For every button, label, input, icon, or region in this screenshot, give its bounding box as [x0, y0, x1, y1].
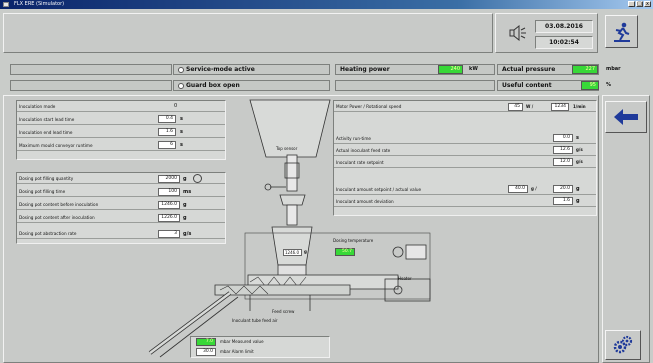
motor-power-unit: W /: [526, 104, 534, 109]
actual-pressure-label: Actual pressure: [502, 66, 556, 73]
alarm-limit-value: 30.0: [196, 348, 216, 356]
maximize-button[interactable]: □: [636, 1, 643, 7]
feed-screw-label: Feed screw: [272, 309, 295, 314]
measured-value: 7.0: [196, 338, 216, 346]
heating-power-unit: kW: [469, 66, 478, 72]
close-button[interactable]: x: [644, 1, 651, 7]
measured-label: mbar Measured value: [220, 339, 264, 344]
guard-box-radio: [178, 82, 184, 89]
alarm-limit-label: mbar Alarm limit: [220, 349, 254, 354]
deviation-unit: g: [576, 198, 580, 204]
window-titlebar: FLX ERE (Simulator) _ □ x: [0, 0, 653, 9]
gears-icon: [613, 335, 633, 354]
feed-rate-unit: g/s: [576, 147, 583, 152]
speaker-icon[interactable]: [508, 24, 528, 43]
status-empty-1: [10, 64, 172, 75]
running-man-icon: [613, 22, 630, 42]
dosing-temperature-label: Dosing temperature: [333, 238, 374, 243]
useful-content-unit: %: [606, 82, 612, 88]
rate-setpoint-input[interactable]: 12.0: [553, 158, 573, 166]
status-empty-3: [335, 80, 495, 91]
rotational-speed-unit: 1/min: [573, 104, 586, 109]
status-empty-2: [10, 80, 172, 91]
amount-actual-value: 20.0: [553, 185, 573, 193]
actual-pressure-value: 227: [572, 65, 598, 74]
motor-power-value: 45: [508, 103, 523, 111]
guard-box-indicator: Guard box open: [173, 80, 330, 91]
feed-rate-value: 12.6: [553, 146, 573, 154]
amount-actual-unit: g: [576, 186, 580, 192]
heating-power-value: 240: [438, 65, 463, 74]
time-display: 10:02:54: [535, 36, 593, 49]
inoculant-feed-label: Inoculant tube feed air: [232, 318, 278, 323]
operator-button[interactable]: [605, 15, 638, 48]
back-button[interactable]: [605, 101, 647, 133]
process-diagram: [148, 99, 431, 358]
deviation-value: 1.6: [553, 197, 573, 205]
heating-power-label: Heating power: [340, 66, 390, 73]
heater-label: Heater: [398, 276, 412, 281]
pot-content-value: 1246.0: [283, 249, 302, 256]
service-mode-label: Service-mode active: [186, 66, 255, 73]
activity-runtime-value: 0.0: [553, 134, 573, 142]
dosing-temperature-value: 50.7: [335, 248, 355, 256]
top-sensor-label: Top sensor: [276, 146, 298, 151]
settings-button[interactable]: [605, 330, 641, 360]
amount-setpoint-value[interactable]: 40.0: [508, 185, 528, 193]
app-icon: [3, 2, 9, 7]
service-mode-indicator: Service-mode active: [173, 64, 330, 75]
date-display: 03.08.2016: [535, 20, 593, 33]
activity-runtime-unit: s: [576, 135, 579, 141]
useful-content-label: Useful content: [502, 82, 552, 89]
actual-pressure-unit: mbar: [606, 66, 621, 72]
arrow-left-icon: [614, 109, 638, 125]
amount-setpoint-unit: g /: [531, 186, 537, 191]
window-title: FLX ERE (Simulator): [14, 1, 65, 7]
useful-content-value: 95: [581, 81, 599, 90]
rotational-speed-value: 1234: [551, 103, 569, 111]
datetime-panel: 03.08.2016 10:02:54: [495, 13, 598, 53]
right-sidebar: [602, 95, 650, 363]
pot-content-unit: g: [304, 249, 307, 254]
minimize-button[interactable]: _: [628, 1, 635, 7]
rate-setpoint-unit: g/s: [576, 159, 583, 164]
service-mode-radio: [178, 66, 184, 73]
guard-box-label: Guard box open: [186, 82, 240, 89]
header-panel: [3, 13, 493, 53]
